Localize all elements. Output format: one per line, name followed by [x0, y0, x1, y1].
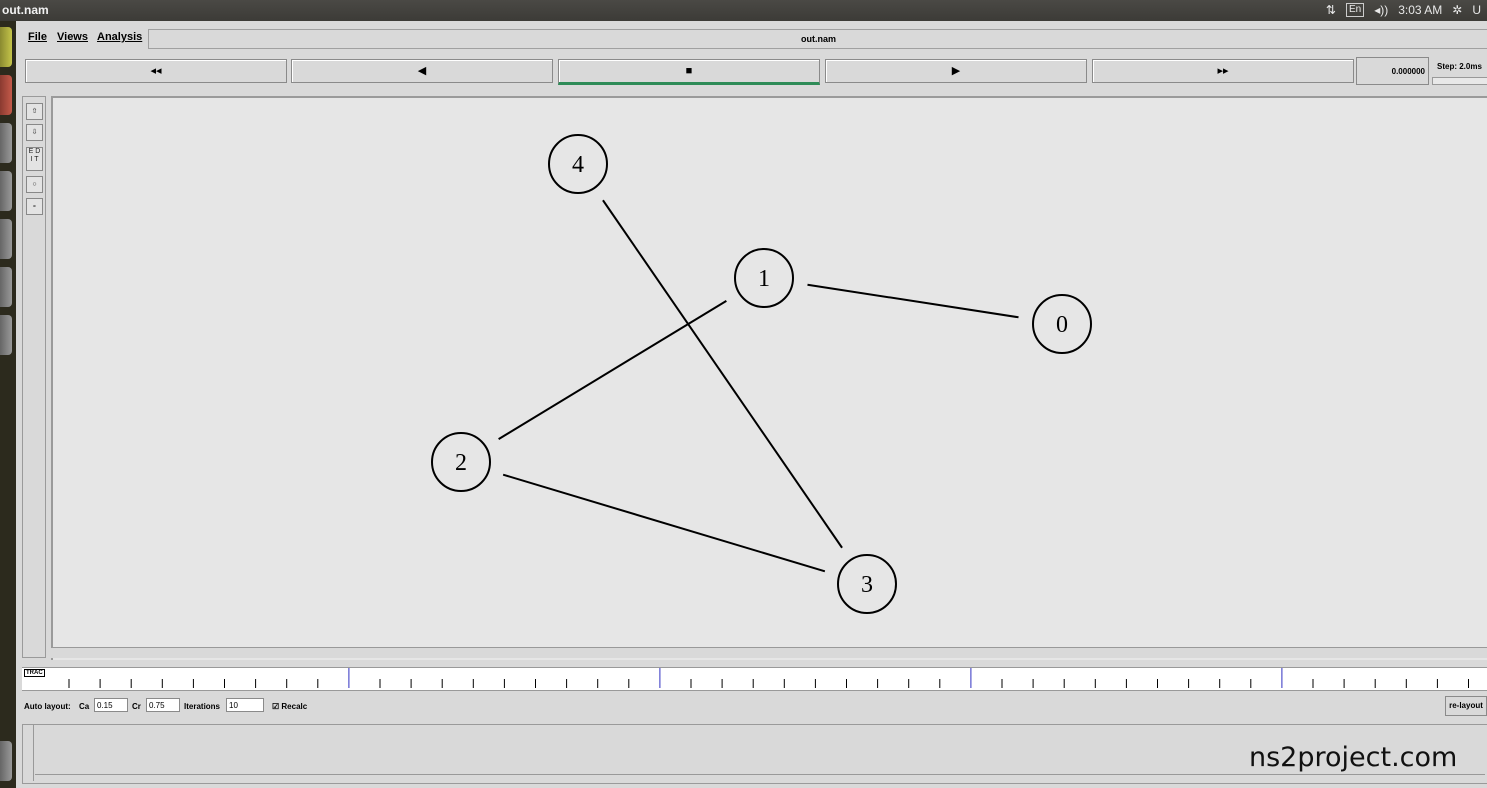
menu-analysis[interactable]: Analysis [97, 31, 142, 43]
launcher-dash-icon[interactable] [0, 27, 12, 67]
annotation-vertical-scrollbar[interactable] [23, 725, 34, 781]
auto-layout-label: Auto layout: [24, 702, 71, 711]
annotation-horizontal-scrollbar[interactable] [35, 774, 1485, 783]
current-time-display: 0.000000 [1356, 57, 1429, 85]
launcher-app-icon[interactable] [0, 267, 12, 307]
node-label: 4 [572, 152, 584, 178]
menu-file[interactable]: File [28, 31, 47, 43]
launcher-trash-icon[interactable] [0, 741, 12, 781]
window-title: out.nam [2, 3, 49, 17]
recalc-checkbox[interactable]: ☑ Recalc [272, 702, 307, 711]
canvas-horizontal-scrollbar[interactable] [51, 647, 1487, 658]
node-tool-icon[interactable]: ○ [26, 176, 43, 193]
zoom-out-icon[interactable]: ⇩ [26, 124, 43, 141]
fast-forward-button[interactable]: ▸▸ [1092, 59, 1354, 83]
launcher-terminal-icon[interactable] [0, 123, 12, 163]
node-label: 2 [455, 450, 467, 476]
menu-views[interactable]: Views [57, 31, 88, 43]
nam-window: File Views Analysis out.nam ◂◂ ◀ ■ ▶ ▸▸ … [18, 22, 1487, 788]
step-slider[interactable] [1432, 77, 1487, 85]
launcher-settings-icon[interactable] [0, 315, 12, 355]
edit-tool-column: ⇧ ⇩ E D I T ○ ∘ [22, 96, 46, 658]
link-4-3[interactable] [602, 199, 843, 549]
node-label: 1 [758, 266, 770, 292]
link-1-0[interactable] [807, 283, 1019, 319]
fast-rewind-button[interactable]: ◂◂ [25, 59, 287, 83]
node-label: 3 [861, 572, 873, 598]
timeline-ticks [68, 668, 1469, 688]
ca-input[interactable]: 0.15 [94, 698, 128, 712]
app-launcher [0, 21, 16, 788]
link-2-3[interactable] [502, 473, 826, 573]
stop-button[interactable]: ■ [558, 59, 820, 85]
small-node-tool-icon[interactable]: ∘ [26, 198, 43, 215]
zoom-in-icon[interactable]: ⇧ [26, 103, 43, 120]
system-tray: ⇅ En ◂)) 3:03 AM ✲ U [1326, 3, 1481, 17]
relayout-button[interactable]: re-layout [1445, 696, 1487, 716]
iterations-input[interactable]: 10 [226, 698, 264, 712]
ca-label: Ca [79, 702, 90, 711]
network-icon[interactable]: ⇅ [1326, 3, 1336, 17]
volume-icon[interactable]: ◂)) [1374, 3, 1388, 17]
network-topology: 0 1 2 3 4 [431, 134, 1092, 614]
step-label: Step: 2.0ms [1437, 62, 1482, 71]
system-top-panel: out.nam ⇅ En ◂)) 3:03 AM ✲ U [0, 0, 1487, 21]
trace-file-name: out.nam [148, 29, 1487, 49]
launcher-app-icon[interactable] [0, 219, 12, 259]
play-button[interactable]: ▶ [825, 59, 1087, 83]
watermark-text: ns2project.com [1249, 742, 1458, 773]
auto-layout-bar: Auto layout: Ca 0.15 Cr 0.75 Iterations … [22, 696, 1487, 718]
recalc-label: Recalc [281, 702, 308, 711]
clock[interactable]: 3:03 AM [1398, 3, 1442, 17]
launcher-files-icon[interactable] [0, 75, 12, 115]
link-1-2[interactable] [498, 299, 727, 441]
keyboard-layout-indicator[interactable]: En [1345, 3, 1365, 17]
launcher-editor-icon[interactable] [0, 171, 12, 211]
settings-gear-icon[interactable]: ✲ [1452, 3, 1462, 17]
cr-label: Cr [132, 702, 141, 711]
cr-input[interactable]: 0.75 [146, 698, 180, 712]
network-canvas[interactable]: 0 1 2 3 4 [51, 96, 1487, 660]
time-slider[interactable]: TRAC [22, 667, 1487, 691]
iterations-label: Iterations [184, 702, 221, 711]
menu-bar: File Views Analysis out.nam [18, 26, 1487, 49]
rewind-button[interactable]: ◀ [291, 59, 553, 83]
edit-button[interactable]: E D I T [26, 147, 43, 171]
playback-controls: ◂◂ ◀ ■ ▶ ▸▸ 0.000000 Step: 2.0ms [18, 55, 1487, 87]
user-menu[interactable]: U [1472, 3, 1481, 17]
node-label: 0 [1056, 312, 1068, 338]
